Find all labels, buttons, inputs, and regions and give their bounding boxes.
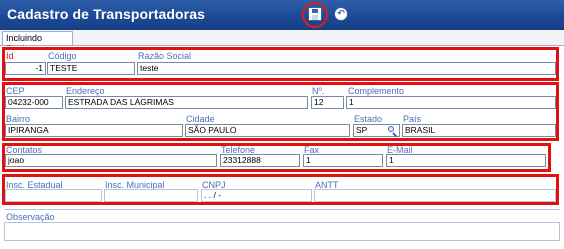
pais-label: País [403, 114, 422, 124]
razao-social-field[interactable]: teste [137, 62, 556, 75]
id-label: Id [6, 51, 14, 61]
window-title: Cadastro de Transportadoras [7, 6, 205, 22]
endereco-field[interactable]: ESTRADA DAS LÁGRIMAS [65, 96, 308, 109]
insc-estadual-field[interactable] [5, 189, 102, 202]
complemento-field[interactable]: 1 [346, 96, 556, 109]
cep-label: CEP [6, 86, 25, 96]
cnpj-field[interactable]: . . / - [201, 189, 312, 202]
bairro-label: Bairro [6, 114, 31, 124]
tab-incluindo-registro[interactable]: Incluindo Registro [2, 31, 73, 54]
antt-field[interactable] [314, 189, 556, 202]
estado-label: Estado [354, 114, 383, 124]
email-field[interactable]: 1 [386, 154, 546, 167]
id-field[interactable]: -1 [5, 62, 46, 75]
insc-municipal-field[interactable] [104, 189, 198, 202]
telefone-field[interactable]: 23312888 [220, 154, 300, 167]
fax-field[interactable]: 1 [303, 154, 383, 167]
razao-social-label: Razão Social [138, 51, 192, 61]
save-button-highlight [302, 2, 328, 28]
observacao-field[interactable] [4, 222, 560, 241]
numero-label: Nº. [312, 86, 325, 96]
cidade-label: Cidade [186, 114, 215, 124]
estado-search-icon[interactable] [387, 125, 398, 138]
observacao-divider [4, 209, 560, 210]
codigo-field[interactable]: TESTE [47, 62, 135, 75]
bairro-field[interactable]: IPIRANGA [5, 124, 183, 137]
contatos-field[interactable]: joao [5, 154, 217, 167]
cidade-field[interactable]: SÃO PAULO [185, 124, 350, 137]
back-button[interactable]: ↶ [333, 6, 349, 22]
observacao-label: Observação [6, 212, 55, 222]
cep-field[interactable]: 04232-000 [5, 96, 63, 109]
complemento-label: Complemento [348, 86, 405, 96]
circle-arrow-left-icon: ↶ [334, 7, 348, 21]
numero-field[interactable]: 12 [311, 96, 344, 109]
pais-field[interactable]: BRASIL [402, 124, 556, 137]
endereco-label: Endereço [66, 86, 105, 96]
tab-bar [0, 30, 564, 46]
codigo-label: Código [48, 51, 77, 61]
